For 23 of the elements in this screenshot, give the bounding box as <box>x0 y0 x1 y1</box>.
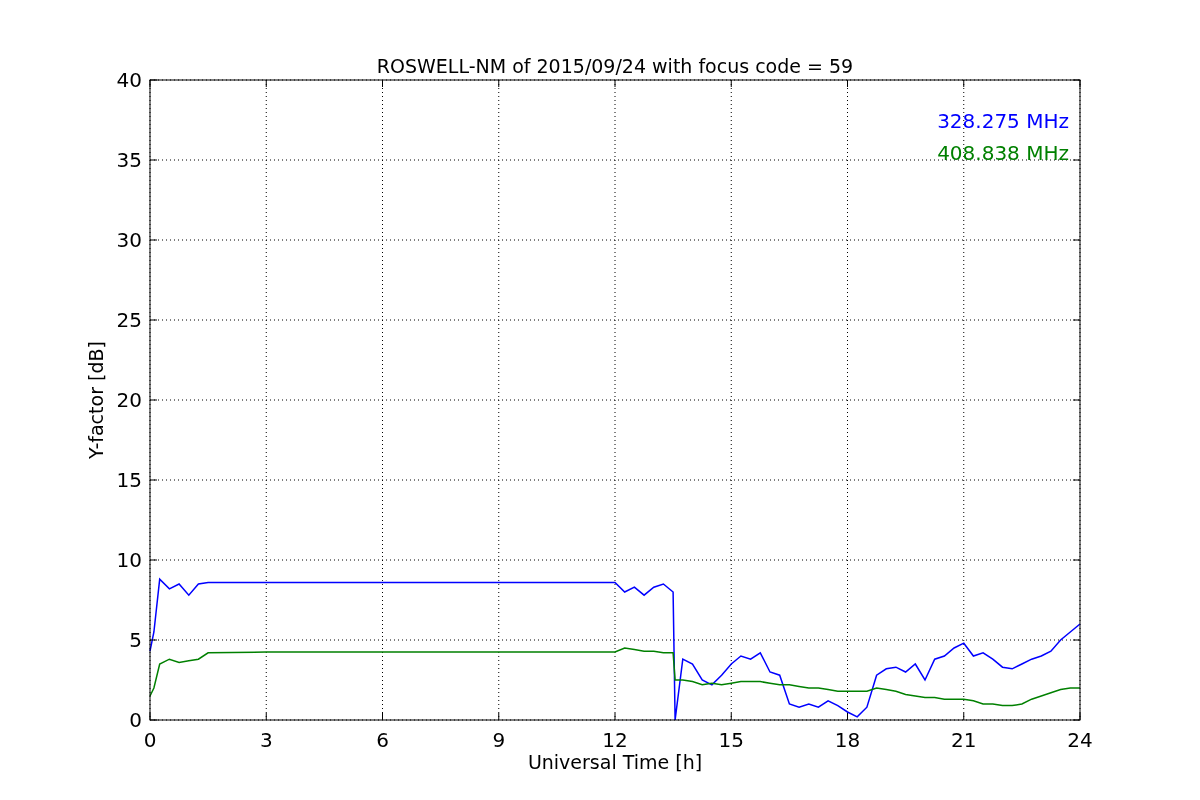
tick-label: 5 <box>129 628 142 652</box>
tick-label: 10 <box>116 548 142 572</box>
tick-label: 12 <box>602 728 628 752</box>
axis-label: Y-factor [dB] <box>85 341 107 459</box>
tick-label: 0 <box>129 708 142 732</box>
tick-label: 0 <box>143 728 157 752</box>
tick-label: 30 <box>116 228 142 252</box>
tick-label: 18 <box>834 728 861 752</box>
tick-label: 15 <box>116 468 142 492</box>
tick-label: 21 <box>951 728 977 752</box>
tick-label: 40 <box>116 68 142 92</box>
legend-label: 408.838 MHz <box>937 141 1069 165</box>
tick-label: 3 <box>259 728 273 752</box>
tick-label: 24 <box>1067 728 1093 752</box>
tick-label: 6 <box>376 728 389 752</box>
legend-label: 328.275 MHz <box>937 109 1069 133</box>
chart-title: ROSWELL-NM of 2015/09/24 with focus code = 59 <box>376 55 854 77</box>
tick-label: 9 <box>492 728 506 752</box>
tick-label: 35 <box>116 148 142 172</box>
tick-label: 15 <box>718 728 744 752</box>
axis-label: Universal Time [h] <box>527 751 703 773</box>
tick-label: 25 <box>116 308 142 332</box>
tick-label: 20 <box>116 388 142 412</box>
